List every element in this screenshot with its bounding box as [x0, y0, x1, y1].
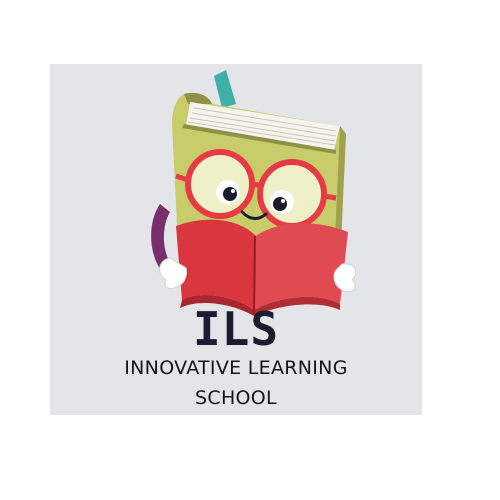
school-acronym: ILS: [192, 302, 280, 356]
school-name-line-2: SCHOOL: [195, 387, 277, 409]
logo-panel: ILS INNOVATIVE LEARNING SCHOOL: [50, 64, 422, 415]
school-name-line-1: INNOVATIVE LEARNING: [124, 357, 348, 379]
canvas: ILS INNOVATIVE LEARNING SCHOOL: [0, 0, 500, 500]
